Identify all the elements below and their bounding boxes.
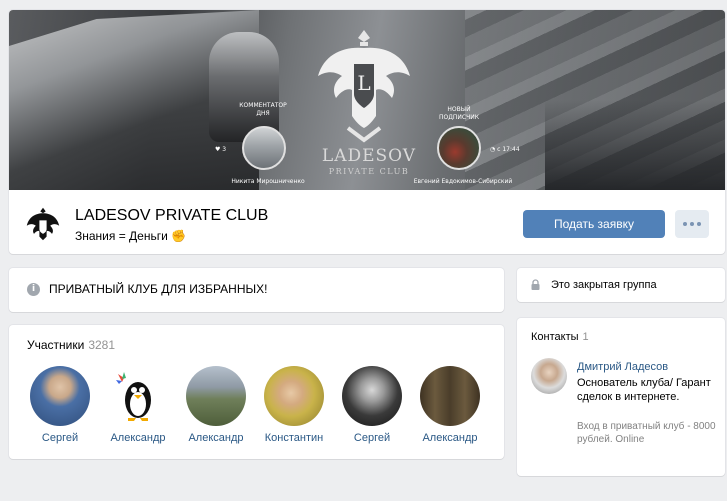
member-avatar — [342, 366, 402, 426]
member-name: Сергей — [353, 432, 391, 444]
likes-count: 3 — [222, 146, 227, 153]
dot-icon — [697, 222, 701, 226]
penguin-icon — [116, 372, 151, 421]
group-title: LADESOV PRIVATE CLUB — [75, 207, 269, 224]
brand-subtitle: PRIVATE CLUB — [328, 167, 410, 176]
members-header[interactable]: Участники 3281 — [27, 338, 115, 352]
apply-button[interactable]: Подать заявку — [523, 210, 665, 238]
members-card: Участники 3281 Сергей Александр Александр… — [9, 325, 504, 459]
contacts-header[interactable]: Контакты 1 — [531, 331, 589, 343]
closed-group-card: Это закрытая группа — [517, 268, 725, 302]
member-avatar — [264, 366, 324, 426]
member-avatar — [108, 366, 168, 426]
subscriber-name: Евгений Евдокимов-Сибирский — [413, 178, 513, 185]
member-name: Константин — [264, 432, 324, 444]
subscriber-avatar[interactable] — [437, 126, 481, 170]
member-item[interactable]: Александр — [99, 366, 177, 444]
contact-avatar[interactable] — [531, 358, 567, 394]
member-avatar — [186, 366, 246, 426]
members-title: Участники — [27, 338, 85, 352]
info-card: i ПРИВАТНЫЙ КЛУБ ДЛЯ ИЗБРАННЫХ! — [9, 268, 504, 312]
subscriber-time: ◔ с 17:44 — [490, 146, 520, 153]
group-description: ПРИВАТНЫЙ КЛУБ ДЛЯ ИЗБРАННЫХ! — [49, 282, 268, 296]
member-avatar — [30, 366, 90, 426]
lock-icon — [531, 279, 540, 290]
closed-group-label: Это закрытая группа — [551, 279, 657, 291]
dot-icon — [690, 222, 694, 226]
subscriber-caption: НОВЫЙ ПОДПИСЧИК — [439, 106, 479, 121]
commentator-caption: КОММЕНТАТОР ДНЯ — [239, 102, 287, 117]
more-actions-button[interactable] — [675, 210, 709, 238]
dot-icon — [683, 222, 687, 226]
member-name: Александр — [422, 432, 478, 444]
member-item[interactable]: Сергей — [333, 366, 411, 444]
eagle-emblem-icon: L — [318, 30, 410, 143]
member-item[interactable]: Александр — [177, 366, 255, 444]
member-avatar — [420, 366, 480, 426]
contact-name-link[interactable]: Дмитрий Ладесов — [577, 361, 668, 373]
group-header-card: L LADESOV PRIVATE CLUB КОММЕНТАТОР ДНЯ ♥… — [9, 10, 725, 254]
members-count: 3281 — [88, 338, 116, 352]
commentator-likes: ♥ 3 — [215, 146, 226, 153]
cover-image: L LADESOV PRIVATE CLUB КОММЕНТАТОР ДНЯ ♥… — [9, 10, 725, 190]
contacts-count: 1 — [582, 331, 589, 343]
member-name: Александр — [110, 432, 166, 444]
contacts-card: Контакты 1 Дмитрий Ладесов Основатель клу… — [517, 318, 725, 476]
commentator-name: Никита Мирошниченко — [231, 178, 305, 185]
info-icon: i — [27, 283, 40, 296]
member-item[interactable]: Александр — [411, 366, 489, 444]
group-status: Знания = Деньги ✊ — [75, 229, 187, 243]
trees-graphic — [545, 100, 725, 190]
brand-name: LADESOV — [321, 146, 417, 166]
member-item[interactable]: Константин — [255, 366, 333, 444]
svg-text:L: L — [357, 71, 370, 95]
group-logo-icon[interactable] — [25, 206, 61, 242]
time-value: с 17:44 — [497, 146, 520, 153]
commentator-avatar[interactable] — [242, 126, 286, 170]
contacts-title: Контакты — [531, 331, 579, 343]
contact-role: Основатель клуба/ Гарант сделок в интерн… — [577, 377, 711, 403]
contact-note: Вход в приватный клуб - 8000 рублей. Onl… — [577, 421, 716, 445]
member-name: Сергей — [41, 432, 79, 444]
member-item[interactable]: Сергей — [21, 366, 99, 444]
member-name: Александр — [188, 432, 244, 444]
